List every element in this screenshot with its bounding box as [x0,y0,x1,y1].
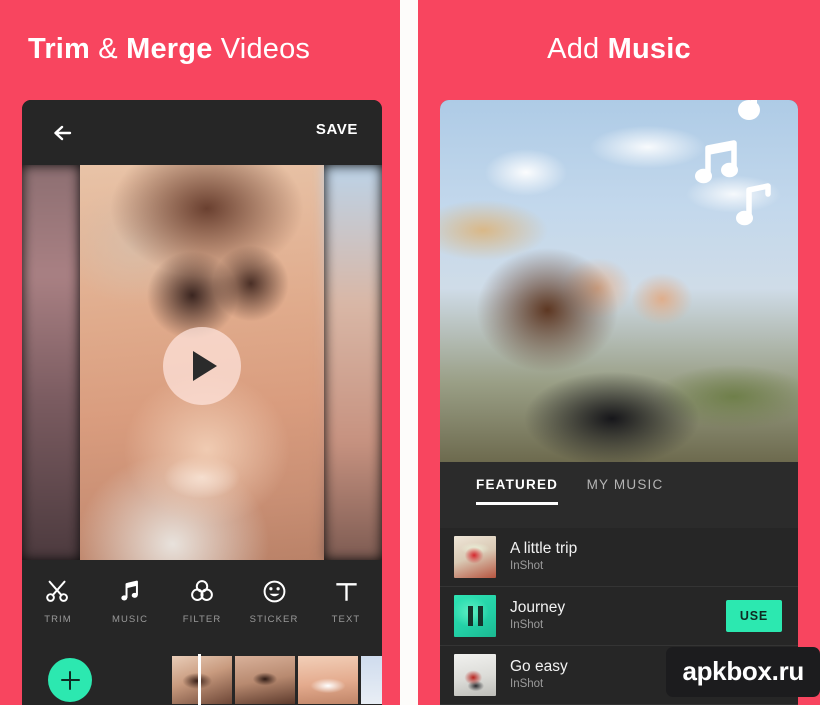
editor-toolbar: TRIM MUSIC FILTER STICKER TEXT [22,560,382,654]
pause-bar [467,606,473,626]
track-meta: Journey InShot [510,599,726,633]
plus-icon[interactable] [48,658,92,702]
screenshot-root: Trim & Merge Videos SAVE TRIM MUSIC FILT… [0,0,820,705]
track-name: Journey [510,599,566,616]
left-headline-bold-1: Trim [28,33,91,65]
timeline-clip[interactable] [172,656,232,704]
left-promo-panel: Trim & Merge Videos SAVE TRIM MUSIC FILT… [0,0,400,705]
timeline-playhead[interactable] [198,654,201,705]
pause-thumb[interactable] [454,595,496,637]
tool-label: MUSIC [111,614,149,625]
tool-label: FILTER [182,614,222,625]
right-headline-plain-1: Add [547,33,608,65]
play-triangle [193,351,217,382]
timeline-clip[interactable] [361,656,382,704]
timeline-bar: 00:03 TOTAL [22,654,382,705]
video-preview[interactable] [22,165,382,560]
timeline-clip[interactable] [235,656,295,704]
right-promo-panel: Add Music FEATURED MY MUSIC A little tri… [418,0,820,705]
preview-blur-left [22,165,80,560]
timeline-clips[interactable] [172,656,382,704]
tool-music[interactable]: MUSIC [94,574,166,654]
tool-label: STICKER [249,614,299,625]
left-headline-bold-2: Merge [126,33,213,65]
watermark-badge: apkbox.ru [666,647,820,697]
left-headline-plain-1: & [90,33,127,65]
music-note-icon [734,182,774,237]
pause-bar [477,606,483,626]
track-meta: A little trip InShot [510,540,798,574]
track-artist: InShot [510,619,544,631]
smiley-icon [261,574,288,608]
scissors-icon [44,574,72,608]
music-tabs: FEATURED MY MUSIC [440,462,798,528]
right-headline-bold-1: Music [607,33,691,65]
track-row[interactable]: Journey InShot USE [440,586,798,645]
tool-text[interactable]: TEXT [310,574,382,654]
track-row[interactable]: A little trip InShot [440,528,798,586]
plus-horizontal [60,678,80,682]
preview-blur-right [324,165,382,560]
track-artist: InShot [510,560,544,572]
timeline-clip[interactable] [298,656,358,704]
text-t-icon [333,574,360,608]
tool-sticker[interactable]: STICKER [238,574,310,654]
video-photo-preview[interactable] [440,100,798,462]
tool-label: TEXT [331,614,361,625]
left-phone-mockup: SAVE TRIM MUSIC FILTER STICKER TEXT [22,100,382,705]
right-headline: Add Music [418,33,820,66]
arrow-left-icon[interactable] [48,118,78,148]
tool-trim[interactable]: TRIM [22,574,94,654]
tool-label: TRIM [44,614,72,625]
save-button[interactable]: SAVE [316,121,358,138]
watermelon-thumb [454,536,496,578]
left-headline-plain-2: Videos [212,33,311,65]
right-phone-mockup: FEATURED MY MUSIC A little trip InShot J… [440,100,798,705]
active-tab-underline [476,502,558,505]
play-icon[interactable] [163,327,241,406]
panel-divider [400,0,418,705]
red-object-thumb [454,654,496,696]
filter-circles-icon [188,574,216,608]
use-button[interactable]: USE [725,600,782,632]
track-name: A little trip [510,540,578,557]
tab-my-music[interactable]: MY MUSIC [587,477,664,492]
left-headline: Trim & Merge Videos [28,33,310,66]
music-note-icon [117,574,143,608]
tool-filter[interactable]: FILTER [166,574,238,654]
editor-topbar: SAVE [22,100,382,165]
tab-featured[interactable]: FEATURED [476,477,558,492]
music-note-icon [736,100,780,129]
